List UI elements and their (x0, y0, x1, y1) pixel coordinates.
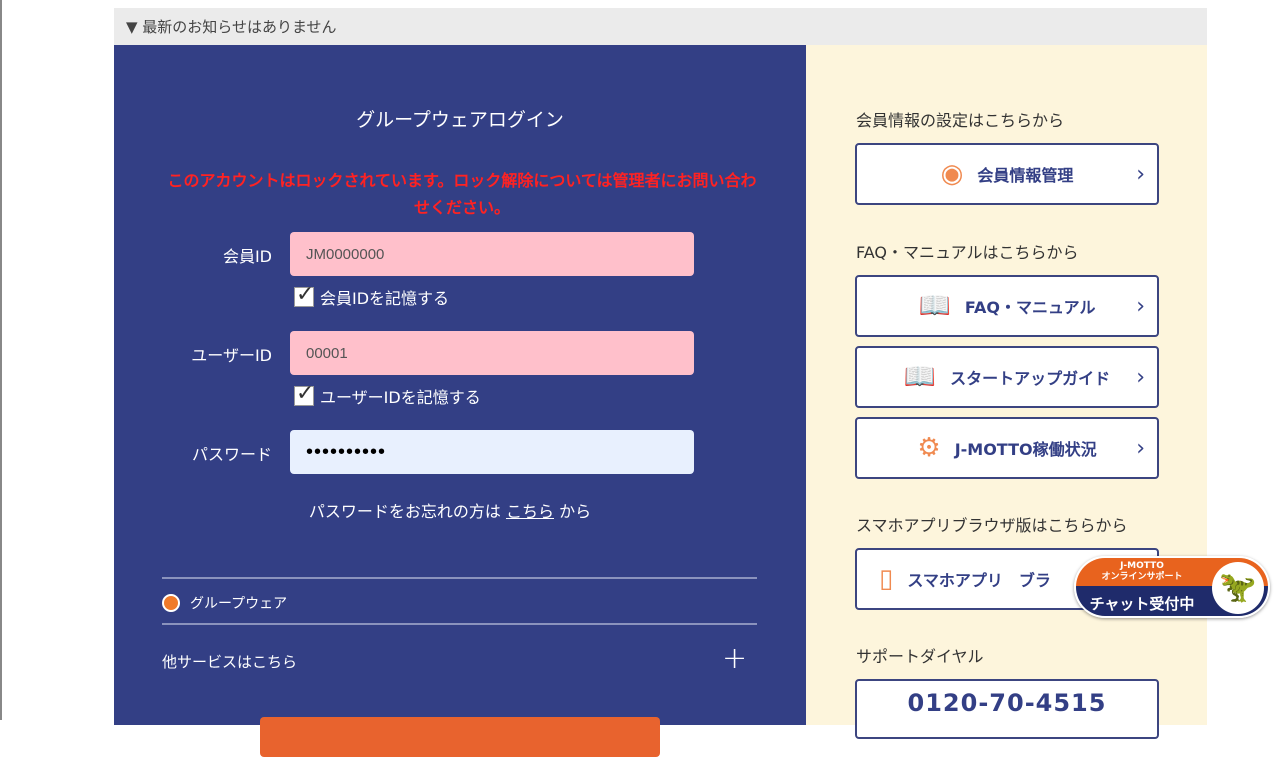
book-icon: 📖 (918, 291, 951, 321)
error-message: このアカウントはロックされています。ロック解除については管理者にお問い合わせくだ… (167, 171, 757, 217)
forgot-prefix: パスワードをお忘れの方は (308, 502, 506, 521)
remember-member-checkbox[interactable]: 会員IDを記憶する (294, 282, 450, 309)
news-notice[interactable]: ▼ 最新のお知らせはありません (114, 8, 1207, 45)
forgot-password-text: パスワードをお忘れの方は こちら から (114, 498, 806, 522)
expand-plus-icon[interactable]: + (722, 641, 747, 676)
password-input[interactable] (290, 430, 694, 474)
smartphone-icon: ▯ (879, 564, 894, 594)
status-button[interactable]: ⚙ J-MOTTO稼働状況 › (855, 417, 1159, 479)
chevron-right-icon: › (1136, 293, 1145, 319)
remember-user-label: ユーザーIDを記憶する (320, 388, 481, 407)
login-button[interactable] (260, 717, 660, 757)
remember-user-checkbox[interactable]: ユーザーIDを記憶する (294, 381, 481, 408)
remember-member-label: 会員IDを記憶する (320, 289, 450, 308)
chat-subtitle: オンラインサポート (1101, 572, 1183, 582)
service-radio-groupware[interactable]: グループウェア (162, 593, 287, 613)
divider (162, 623, 757, 625)
radio-selected-icon[interactable] (162, 594, 180, 612)
member-id-input[interactable] (290, 232, 694, 276)
chat-support-widget[interactable]: J-MOTTO オンラインサポート チャット受付中 🦖 (1074, 556, 1270, 618)
login-title: グループウェアログイン (356, 109, 564, 131)
app-button-label: スマホアプリ ブラ (907, 571, 1051, 590)
book-icon: 📖 (903, 362, 937, 392)
member-info-button[interactable]: ◉ 会員情報管理 › (855, 143, 1159, 205)
checkbox-icon[interactable] (294, 282, 314, 307)
chat-brand: J-MOTTO (1120, 561, 1164, 571)
user-id-label: ユーザーID (191, 346, 272, 365)
checkbox-icon[interactable] (294, 381, 314, 406)
user-id-input[interactable] (290, 331, 694, 375)
gear-icon: ⚙ (917, 433, 941, 463)
forgot-password-link[interactable]: こちら (506, 502, 554, 521)
side-panel: 会員情報の設定はこちらから ◉ 会員情報管理 › FAQ・マニュアルはこちらから 📖… (806, 45, 1207, 739)
forgot-suffix: から (554, 502, 592, 521)
status-button-label: J-MOTTO稼働状況 (954, 440, 1097, 459)
startup-guide-button[interactable]: 📖 スタートアップガイド › (855, 346, 1159, 408)
member-id-label: 会員ID (222, 247, 272, 266)
login-panel: グループウェアログイン このアカウントはロックされています。ロック解除については… (114, 45, 806, 757)
other-services-label[interactable]: 他サービスはこちら (162, 651, 297, 672)
faq-button-label: FAQ・マニュアル (964, 298, 1096, 317)
startup-button-label: スタートアップガイド (950, 369, 1111, 388)
password-label: パスワード (191, 445, 272, 464)
dinosaur-mascot-icon: 🦖 (1212, 562, 1264, 614)
member-heading: 会員情報の設定はこちらから (856, 111, 1065, 130)
chevron-right-icon: › (1136, 364, 1145, 390)
chevron-right-icon: › (1136, 435, 1145, 461)
person-icon: ◉ (940, 159, 964, 189)
support-heading: サポートダイヤル (856, 647, 984, 666)
faq-button[interactable]: 📖 FAQ・マニュアル › (855, 275, 1159, 337)
divider (162, 577, 757, 579)
support-phone[interactable]: 0120-70-4515 (855, 679, 1159, 739)
faq-heading: FAQ・マニュアルはこちらから (856, 243, 1079, 262)
member-button-label: 会員情報管理 (977, 166, 1074, 185)
service-option-label: グループウェア (190, 596, 288, 612)
chevron-right-icon: › (1136, 161, 1145, 187)
app-heading: スマホアプリブラウザ版はこちらから (856, 516, 1128, 535)
